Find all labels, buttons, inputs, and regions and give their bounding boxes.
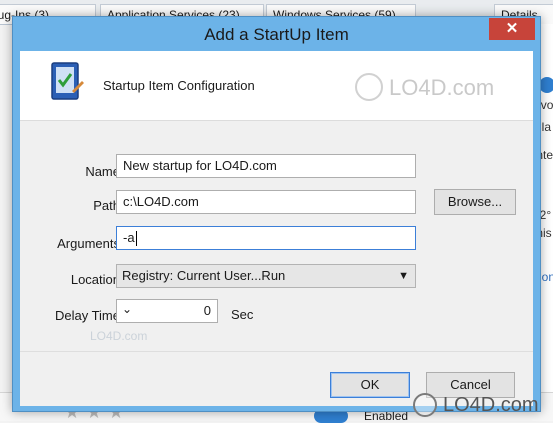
header-title: Startup Item Configuration bbox=[103, 78, 255, 93]
ok-button[interactable]: OK bbox=[330, 372, 410, 398]
name-label: Name bbox=[85, 164, 120, 179]
dialog-header: Startup Item Configuration LO4D.com bbox=[20, 51, 533, 121]
delay-time-spinner[interactable]: ⌄ 0 bbox=[116, 299, 218, 323]
delay-unit: Sec bbox=[231, 307, 254, 322]
browse-button[interactable]: Browse... bbox=[434, 189, 516, 215]
name-field[interactable]: New startup for LO4D.com bbox=[116, 154, 416, 178]
delay-value: 0 bbox=[203, 303, 211, 318]
text-caret bbox=[135, 231, 137, 247]
location-select[interactable]: Registry: Current User...Run ▼ bbox=[116, 264, 416, 288]
arguments-field[interactable]: -a bbox=[116, 226, 416, 250]
name-value: New startup for LO4D.com bbox=[123, 158, 277, 173]
watermark-logo: LO4D.com bbox=[355, 73, 515, 103]
startup-config-icon bbox=[51, 62, 84, 100]
watermark-small: LO4D.com bbox=[90, 329, 148, 343]
corner-watermark: LO4D.com bbox=[413, 393, 553, 420]
cancel-label: Cancel bbox=[450, 377, 491, 392]
dialog-body: Startup Item Configuration LO4D.com Name… bbox=[20, 51, 533, 406]
footer-divider bbox=[20, 351, 533, 352]
location-value: Registry: Current User...Run bbox=[122, 268, 286, 283]
close-icon: ✕ bbox=[505, 20, 519, 37]
add-startup-dialog: Add a StartUp Item ✕ Startup Item Config… bbox=[12, 16, 541, 412]
watermark-circle bbox=[355, 73, 383, 101]
chevron-down-icon[interactable]: ⌄ bbox=[122, 302, 132, 316]
chevron-down-icon: ▼ bbox=[398, 270, 409, 282]
path-value: c:\LO4D.com bbox=[123, 194, 199, 209]
arguments-value: -a bbox=[123, 230, 135, 245]
delay-label: Delay Time bbox=[54, 308, 120, 323]
dialog-titlebar[interactable]: Add a StartUp Item ✕ bbox=[13, 17, 540, 51]
watermark-circle bbox=[413, 393, 437, 417]
close-button[interactable]: ✕ bbox=[489, 18, 535, 40]
watermark-text: LO4D.com bbox=[443, 394, 539, 416]
path-field[interactable]: c:\LO4D.com bbox=[116, 190, 416, 214]
app-icon bbox=[539, 77, 553, 93]
ok-label: OK bbox=[360, 377, 380, 392]
browse-label: Browse... bbox=[447, 194, 503, 209]
arguments-label: Arguments bbox=[57, 236, 120, 251]
location-label: Location bbox=[70, 272, 120, 287]
watermark-text: LO4D.com bbox=[389, 75, 495, 100]
dialog-title: Add a StartUp Item bbox=[204, 25, 349, 44]
